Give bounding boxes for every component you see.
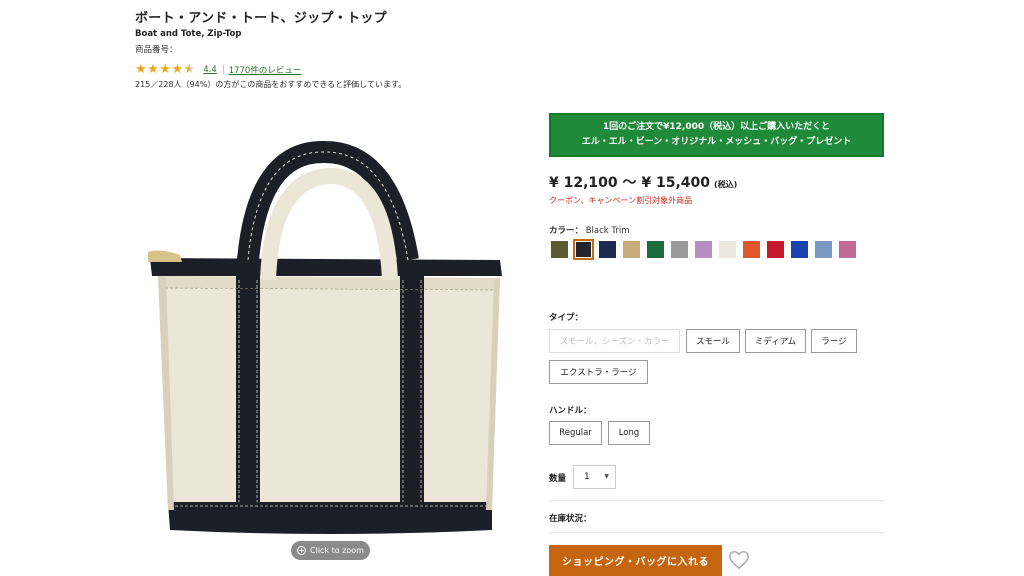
divider (549, 500, 884, 501)
selected-color-name: Black Trim (585, 226, 630, 236)
color-swatch-gray[interactable] (669, 239, 690, 260)
color-swatch-red[interactable] (765, 239, 786, 260)
color-label: カラー： Black Trim (549, 224, 630, 236)
type-option-medium[interactable]: ミディアム (745, 329, 806, 353)
swatch-color (767, 241, 784, 258)
product-image[interactable] (140, 130, 520, 540)
handle-option-long[interactable]: Long (608, 421, 650, 445)
swatch-color (576, 242, 591, 257)
color-swatch-natural[interactable] (717, 239, 738, 260)
product-title: ボート・アンド・トート、ジップ・トップ (135, 11, 387, 26)
quantity-label: 数量 (549, 474, 567, 484)
product-subtitle: Boat and Tote, Zip-Top (135, 29, 242, 39)
rating-score-link[interactable]: 4.4 (203, 65, 217, 75)
swatch-color (719, 241, 736, 258)
swatch-color (743, 241, 760, 258)
item-number-label: 商品番号： (135, 45, 178, 55)
star-icon: ★ (147, 62, 159, 77)
handle-label: ハンドル： (549, 406, 592, 416)
rating-stars: ★ ★ ★ ★ ★ (135, 63, 195, 76)
caret-down-icon: ▼ (604, 473, 609, 480)
type-option-extra-large[interactable]: エクストラ・ラージ (549, 360, 648, 384)
rating-row: ★ ★ ★ ★ ★ 4.4 | 1770件のレビュー (135, 63, 301, 76)
click-to-zoom-button[interactable]: Click to zoom (291, 541, 370, 560)
price-value: ¥ 12,100 〜 ¥ 15,400 (549, 175, 711, 191)
color-swatch-light-blue[interactable] (813, 239, 834, 260)
type-option-placeholder: スモール、シーズン・カラー (549, 329, 680, 353)
type-option-small[interactable]: スモール (686, 329, 740, 353)
add-to-bag-button[interactable]: ショッピング・バッグに入れる (549, 545, 722, 576)
zoom-in-icon (297, 546, 307, 555)
coupon-note: クーポン、キャンペーン割引対象外商品 (549, 196, 693, 205)
review-count-link[interactable]: 1770件のレビュー (229, 64, 302, 76)
swatch-color (623, 241, 640, 258)
color-swatch-orange[interactable] (741, 239, 762, 260)
color-swatch-green[interactable] (645, 239, 666, 260)
handle-option-regular[interactable]: Regular (549, 421, 602, 445)
zoom-label: Click to zoom (310, 546, 364, 555)
color-swatch-black-trim[interactable] (573, 239, 594, 260)
color-swatch-navy[interactable] (597, 239, 618, 260)
quantity-select[interactable]: 1 ▼ (573, 465, 616, 489)
color-label-head: カラー： (549, 226, 584, 236)
swatch-color (695, 241, 712, 258)
color-swatch-olive[interactable] (549, 239, 570, 260)
wishlist-heart-icon[interactable] (728, 549, 750, 571)
price-tax-note: (税込) (714, 180, 738, 189)
rating-separator: | (221, 64, 225, 75)
type-label: タイプ： (549, 313, 584, 323)
recommend-text: 215／228人（94%）の方がこの商品をおすすめできると評価しています。 (135, 80, 407, 89)
promo-line-2: エル・エル・ビーン・オリジナル・メッシュ・バッグ・プレゼント (581, 137, 852, 147)
star-icon: ★ (159, 62, 171, 77)
swatch-color (671, 241, 688, 258)
color-swatch-pink[interactable] (837, 239, 858, 260)
swatch-color (599, 241, 616, 258)
color-swatch-lilac[interactable] (693, 239, 714, 260)
star-icon: ★ (135, 62, 147, 77)
half-star-icon: ★ (183, 62, 196, 77)
color-swatch-tan[interactable] (621, 239, 642, 260)
color-swatches (549, 239, 869, 260)
star-icon: ★ (171, 62, 184, 77)
promo-line-1: 1回のご注文で¥12,000（税込）以上ご購入いただくと (602, 122, 831, 132)
stock-label: 在庫状況： (549, 514, 592, 524)
swatch-color (839, 241, 856, 258)
color-swatch-blue[interactable] (789, 239, 810, 260)
swatch-color (647, 241, 664, 258)
swatch-color (551, 241, 568, 258)
quantity-value: 1 (584, 472, 590, 482)
swatch-color (791, 241, 808, 258)
swatch-color (815, 241, 832, 258)
promo-banner: 1回のご注文で¥12,000（税込）以上ご購入いただくと エル・エル・ビーン・オ… (549, 113, 884, 157)
price-range: ¥ 12,100 〜 ¥ 15,400 (税込) (549, 172, 737, 192)
divider (549, 532, 884, 533)
type-option-large[interactable]: ラージ (811, 329, 857, 353)
